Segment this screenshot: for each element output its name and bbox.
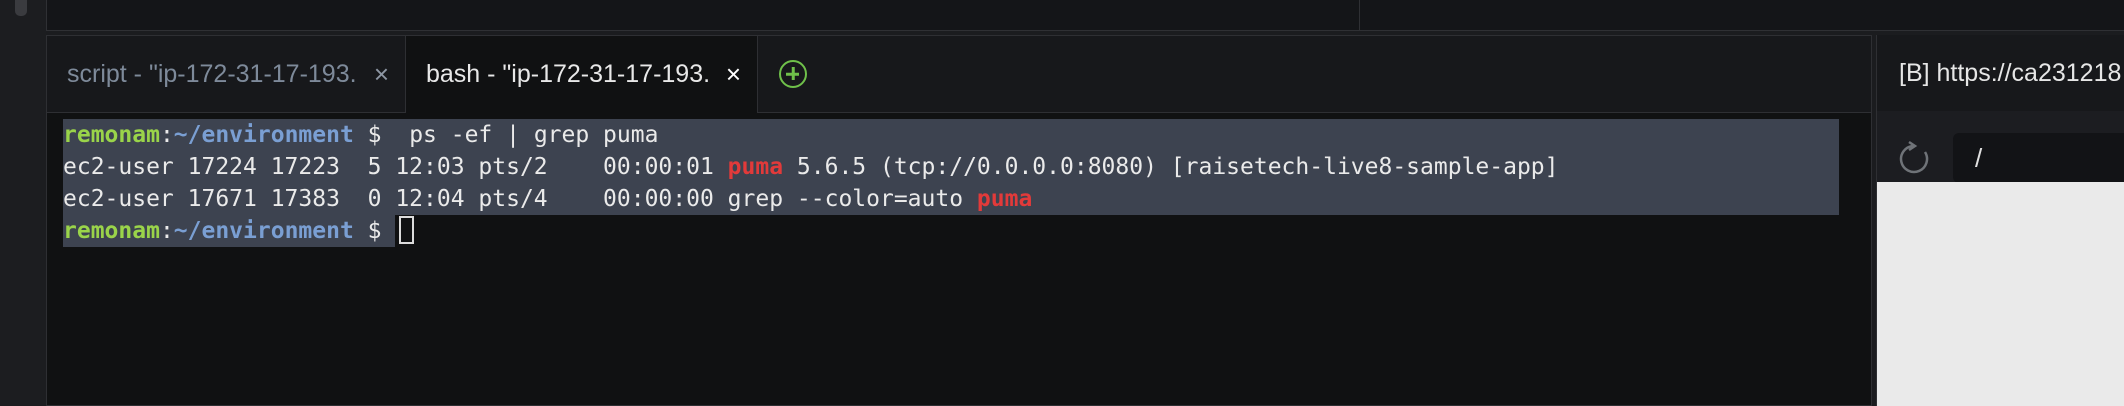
prompt-colon: : <box>159 122 174 148</box>
command-text: $ <box>353 218 396 244</box>
reload-icon[interactable] <box>1897 140 1933 176</box>
gutter-handle[interactable] <box>15 0 27 16</box>
tab-browser-preview[interactable]: [B] https://ca231218 <box>1877 35 2124 111</box>
browser-preview-panel: [B] https://ca231218 / <box>1876 35 2124 406</box>
command-text: $ ps -ef | grep puma <box>353 122 659 148</box>
tab-title: script - "ip-172-31-17-193. <box>67 59 357 88</box>
terminal-output[interactable]: remonam:~/environment $ ps -ef | grep pu… <box>63 119 1871 247</box>
terminal-cursor <box>399 216 415 244</box>
process-info-rest: 5.6.5 (tcp://0.0.0.0:8080) [raisetech-li… <box>783 154 1559 180</box>
add-tab-button[interactable] <box>758 36 828 112</box>
close-icon[interactable]: × <box>374 59 389 90</box>
process-info: ec2-user 17224 17223 5 12:03 pts/2 00:00… <box>63 154 728 180</box>
prompt-user: remonam <box>63 218 160 244</box>
process-info: ec2-user 17671 17383 0 12:04 pts/4 00:00… <box>63 186 977 212</box>
upper-pane-edge <box>46 0 2124 31</box>
terminal-line: remonam:~/environment $ ps -ef | grep pu… <box>63 119 1839 151</box>
prompt-path: ~/environment <box>173 122 354 148</box>
plus-circle-icon <box>779 60 807 88</box>
ide-window: script - "ip-172-31-17-193. × bash - "ip… <box>0 0 2124 406</box>
prompt-user: remonam <box>63 122 160 148</box>
preview-tab-title: [B] https://ca231218 <box>1899 58 2122 87</box>
grep-match: puma <box>727 154 784 180</box>
terminal-panel: script - "ip-172-31-17-193. × bash - "ip… <box>46 35 1872 406</box>
left-gutter <box>0 0 46 406</box>
close-icon[interactable]: × <box>726 59 741 90</box>
terminal-line: ec2-user 17671 17383 0 12:04 pts/4 00:00… <box>63 183 1839 215</box>
terminal-line: ec2-user 17224 17223 5 12:03 pts/2 00:00… <box>63 151 1839 183</box>
terminal-line: remonam:~/environment $ <box>63 215 1871 247</box>
tab-script-terminal[interactable]: script - "ip-172-31-17-193. × <box>47 36 406 112</box>
grep-match: puma <box>976 186 1033 212</box>
tab-title: bash - "ip-172-31-17-193. <box>426 60 711 88</box>
pane-divider[interactable] <box>1359 0 1360 30</box>
terminal-tabbar: script - "ip-172-31-17-193. × bash - "ip… <box>47 36 1871 113</box>
preview-content[interactable] <box>1877 182 2124 406</box>
prompt-colon: : <box>159 218 174 244</box>
prompt-path: ~/environment <box>173 218 354 244</box>
tab-bash-terminal[interactable]: bash - "ip-172-31-17-193. × <box>406 36 758 113</box>
preview-address-input[interactable]: / <box>1953 133 2124 183</box>
